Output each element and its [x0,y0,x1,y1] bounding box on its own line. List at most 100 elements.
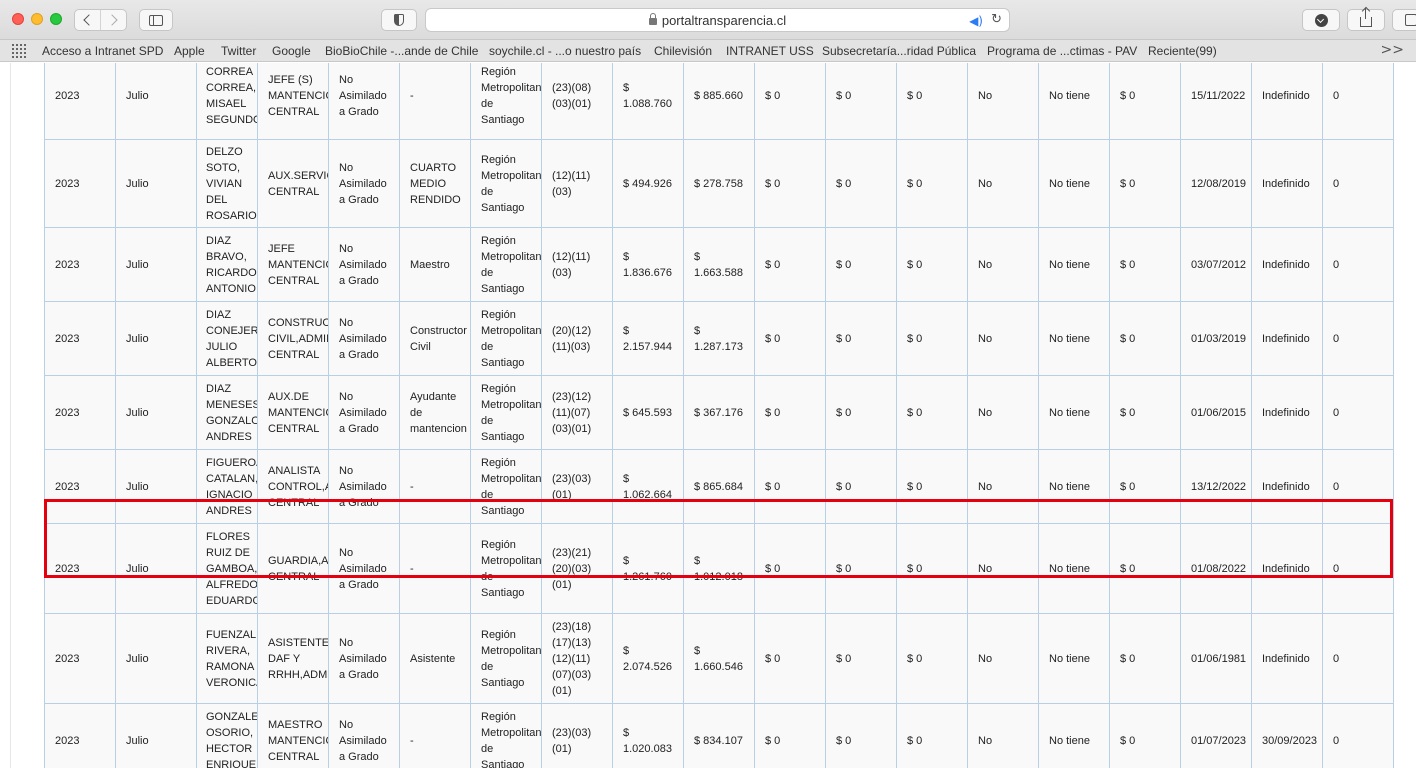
cell-obs: 0 [1322,375,1394,450]
cell-horas: No [967,227,1039,302]
cell-line: de [481,742,494,755]
cell-termino: Indefinido [1251,227,1323,302]
cell-c1: $ 0 [754,227,826,302]
cell-line: SOTO, [206,161,241,174]
cell-month: Julio [115,703,197,768]
cell-line: 2.074.526 [623,660,672,673]
bookmark-item[interactable]: BioBioChile -...ande de Chile [325,44,478,58]
cell-grado: No Asimilado a Grado [328,613,400,704]
cell-name: DIAZ MENESES, GONZALO ANDRES [196,375,258,450]
cell-liquida: $ 278.758 [683,139,755,228]
reload-icon[interactable]: ↻ [991,12,1002,27]
cell-line: (03)(01) [552,97,592,110]
cell-line: MENESES, [206,398,258,411]
cell-line: No [339,464,354,477]
more-bookmarks-button[interactable]: >> [1381,42,1404,58]
back-button[interactable] [75,10,100,30]
cell-line: 1.287.173 [694,340,743,353]
bookmark-item[interactable]: soychile.cl - ...o nuestro país [489,44,641,58]
bookmark-item[interactable]: Programa de ...ctimas - PAV [987,44,1137,58]
cell-line: a Grado [339,578,379,591]
sidebar-toggle-button[interactable] [139,9,173,31]
cell-line: Región [481,382,516,395]
bookmark-item[interactable]: Apple [174,44,205,58]
cell-line: BRAVO, [206,250,247,263]
audio-playing-icon[interactable]: ◀) [969,14,983,28]
cell-asign: (23)(03) (01) [541,703,613,768]
cell-line: 1.836.676 [623,266,672,279]
share-button[interactable] [1347,8,1385,31]
cell-c3: $ 0 [896,227,968,302]
cell-region: Región Metropolitana de Santiago [470,613,542,704]
cell-line: (03) [552,266,572,279]
cell-line: de [481,488,494,501]
bookmark-item[interactable]: Acceso a Intranet SPD [42,44,163,58]
cell-line: de [481,266,494,279]
cell-line: $ [623,324,630,337]
cell-name: FUENZALIDA RIVERA, RAMONA VERONICA [196,613,258,704]
download-icon [1314,13,1328,27]
cell-line: de [481,97,494,110]
cell-c3: $ 0 [896,375,968,450]
cell-line: 1.062.664 [623,488,672,501]
cell-liquida: $ 865.684 [683,449,755,524]
cell-line: Asimilado [339,734,387,747]
cell-line: (20)(12) [552,324,592,337]
cell-inicio: 15/11/2022 [1180,63,1252,140]
cell-funcion: CUARTO MEDIO RENDIDO [399,139,471,228]
fullscreen-window-button[interactable] [50,13,62,25]
cell-line: mantencion [410,422,467,435]
downloads-button[interactable] [1302,9,1340,31]
show-tabs-button[interactable] [1392,9,1416,31]
cell-line: Asimilado [339,406,387,419]
cell-line: (23)(03) [552,472,592,485]
sidebar-icon [149,14,163,26]
cell-horas: No [967,375,1039,450]
cell-line: ROSARIO [206,209,257,222]
cell-line: RENDIDO [410,193,461,206]
bookmark-item[interactable]: Subsecretaría...ridad Pública [822,44,976,58]
cell-region: Región Metropolitana de Santiago [470,63,542,140]
cell-c4: $ 0 [1109,523,1181,614]
bookmark-item[interactable]: Twitter [221,44,256,58]
cell-c2: $ 0 [825,227,897,302]
cell-name: GONZALEZ OSORIO, HECTOR ENRIQUE [196,703,258,768]
url-text: portaltransparencia.cl [661,12,787,28]
bookmark-item[interactable]: Reciente(99) [1148,44,1217,58]
minimize-window-button[interactable] [31,13,43,25]
cell-region: Región Metropolitana de Santiago [470,301,542,376]
cell-line: Santiago [481,676,525,689]
cell-termino: Indefinido [1251,613,1323,704]
tabs-icon [1405,14,1416,26]
bookmark-item[interactable]: Google [272,44,311,58]
close-window-button[interactable] [12,13,24,25]
cell-viatico: No tiene [1038,703,1110,768]
cell-funcion: - [399,703,471,768]
cell-termino: Indefinido [1251,449,1323,524]
address-bar[interactable]: portaltransparencia.cl ◀) ↻ [425,8,1010,32]
forward-button[interactable] [100,10,126,30]
cell-c3: $ 0 [896,449,968,524]
cell-viatico: No tiene [1038,613,1110,704]
cell-obs: 0 [1322,63,1394,140]
cell-liquida: $1.663.588 [683,227,755,302]
cell-line: a Grado [339,668,379,681]
cell-bruta: $2.157.944 [612,301,684,376]
cell-line: Región [481,628,516,641]
privacy-report-button[interactable] [381,9,417,31]
cell-c1: $ 0 [754,703,826,768]
table-body: 2023 Julio CORREA CORREA, MISAEL SEGUNDO JEFE … [44,63,1394,768]
cell-line: OSORIO, [206,726,254,739]
grid-icon[interactable] [12,44,26,58]
cell-line: (11)(07) [552,406,591,419]
cell-c1: $ 0 [754,523,826,614]
cell-line: RAMONA [206,660,255,673]
salary-table: 2023 Julio CORREA CORREA, MISAEL SEGUNDO JEFE … [44,63,1394,768]
cell-termino: Indefinido [1251,63,1323,140]
cell-viatico: No tiene [1038,301,1110,376]
bookmark-item[interactable]: Chilevisión [654,44,712,58]
bookmark-item[interactable]: INTRANET USS [726,44,814,58]
cell-viatico: No tiene [1038,227,1110,302]
cell-month: Julio [115,449,197,524]
cell-line: HECTOR [206,742,253,755]
